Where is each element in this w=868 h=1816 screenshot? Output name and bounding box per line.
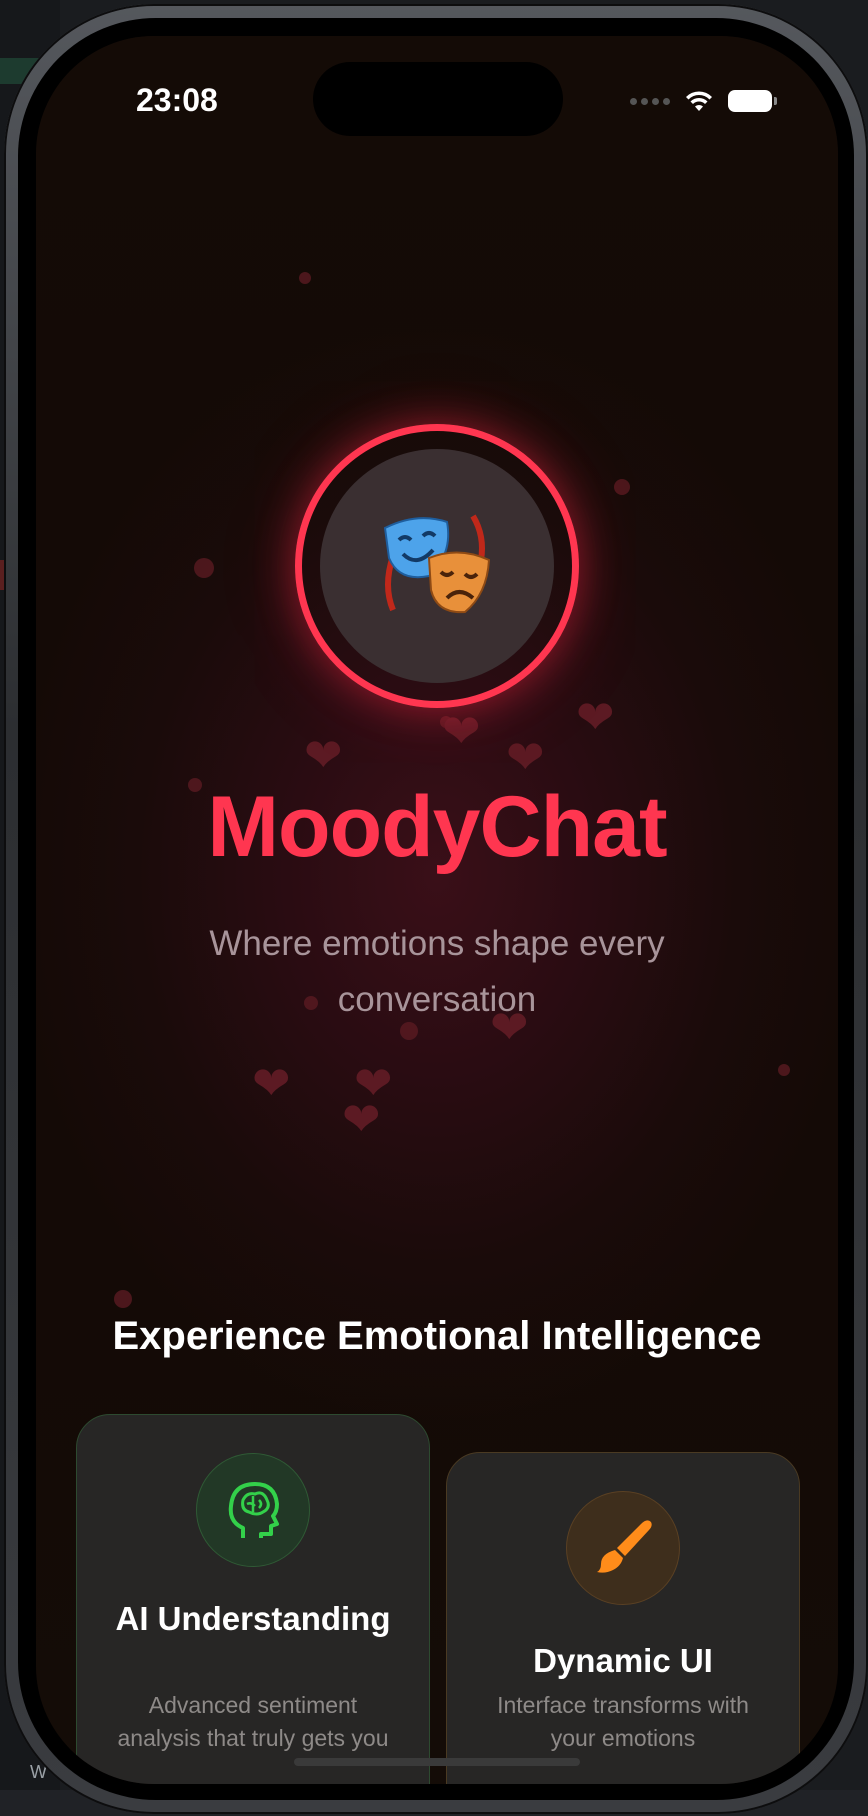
heart-icon: ❤ bbox=[342, 1092, 381, 1146]
app-title: MoodyChat bbox=[207, 779, 667, 875]
status-icons bbox=[630, 86, 777, 116]
battery-icon bbox=[728, 90, 777, 112]
particle-dot bbox=[299, 272, 311, 284]
heart-icon: ❤ bbox=[304, 728, 343, 782]
feature-card-description: Interface transforms with your emotions bbox=[497, 1692, 749, 1751]
feature-card-title: Dynamic UI bbox=[533, 1642, 713, 1679]
heart-icon: ❤ bbox=[252, 1056, 291, 1110]
logo-ring bbox=[295, 424, 579, 708]
theater-masks-icon bbox=[383, 514, 491, 614]
heart-icon: ❤ bbox=[506, 730, 545, 784]
heart-icon: ❤ bbox=[576, 690, 615, 744]
particle-dot bbox=[778, 1064, 790, 1076]
feature-card-dynamic-ui[interactable]: Dynamic UI Interface transforms with you… bbox=[446, 1452, 800, 1784]
app-screen: 23:08 ❤ ❤ ❤ ❤ ❤ ❤ ❤ ❤ MoodyChat Where em… bbox=[36, 36, 838, 1784]
heart-icon: ❤ bbox=[442, 704, 481, 758]
feature-card-title: AI Understanding bbox=[115, 1600, 391, 1637]
features-heading: Experience Emotional Intelligence bbox=[112, 1314, 762, 1358]
particle-dot bbox=[614, 479, 630, 495]
logo-background bbox=[320, 449, 554, 683]
feature-card-description: Advanced sentiment analysis that truly g… bbox=[117, 1692, 389, 1751]
particle-dot bbox=[114, 1290, 132, 1308]
app-subtitle: Where emotions shape every conversation bbox=[209, 924, 665, 1019]
feature-card-ai-understanding[interactable]: AI Understanding Advanced sentiment anal… bbox=[76, 1414, 430, 1784]
feature-icon-background bbox=[196, 1453, 310, 1567]
feature-icon-background bbox=[566, 1491, 680, 1605]
paintbrush-icon bbox=[597, 1520, 652, 1573]
status-time: 23:08 bbox=[136, 82, 218, 118]
dynamic-island bbox=[313, 62, 563, 136]
home-indicator[interactable] bbox=[294, 1758, 580, 1766]
wifi-icon bbox=[686, 91, 712, 111]
cellular-dots-icon bbox=[630, 97, 670, 105]
particle-dot bbox=[194, 558, 214, 578]
brain-head-icon bbox=[228, 1482, 279, 1538]
